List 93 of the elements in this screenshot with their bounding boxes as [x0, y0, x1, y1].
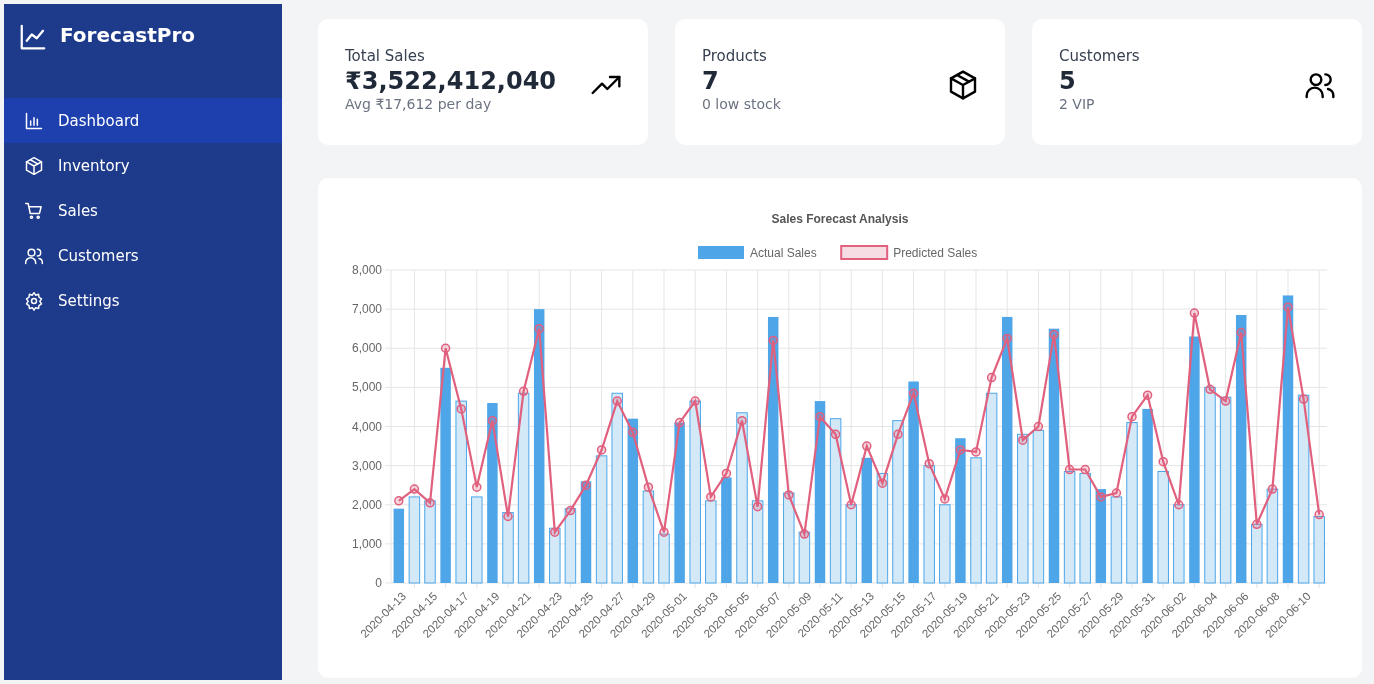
point [1236, 327, 1246, 338]
point [674, 417, 685, 428]
point [1205, 384, 1215, 395]
point [1096, 492, 1106, 502]
point [659, 527, 669, 537]
point [487, 415, 498, 426]
point [1142, 390, 1153, 400]
point [472, 482, 482, 492]
point [846, 500, 856, 510]
axis-label: 2,000 [351, 497, 382, 512]
point [862, 441, 872, 451]
point [503, 511, 513, 522]
point [971, 447, 981, 457]
axis-label: 1,000 [351, 536, 382, 551]
point [534, 323, 544, 334]
point [581, 480, 591, 490]
point [1111, 488, 1122, 498]
point [550, 527, 560, 537]
point [893, 429, 903, 440]
chart-title: Sales Forecast Analysis [771, 212, 909, 226]
point [394, 496, 404, 506]
settings-icon [24, 290, 44, 311]
point [1298, 394, 1309, 404]
bar-chart-icon [24, 110, 44, 131]
point [815, 411, 825, 422]
point [877, 478, 888, 488]
point [1252, 519, 1262, 530]
point [456, 404, 466, 414]
line-chart-icon [18, 22, 48, 52]
axis-label: 8,000 [351, 263, 382, 277]
stat-value: 7 [702, 67, 720, 95]
point [737, 415, 747, 426]
stat-value: 5 [1059, 67, 1077, 95]
point [1314, 509, 1324, 520]
point [1189, 308, 1200, 318]
nav-item[interactable]: Inventory [4, 143, 282, 188]
point [721, 468, 732, 479]
box-icon [947, 69, 979, 101]
stat-note: 2 VIP [1059, 96, 1096, 112]
point [1049, 329, 1059, 340]
point [924, 458, 934, 469]
nav-item[interactable]: Sales [4, 188, 282, 233]
cart-icon [24, 200, 44, 221]
axis-label: 4,000 [351, 419, 382, 434]
point [565, 505, 576, 516]
point [1080, 464, 1090, 475]
nav-item[interactable]: Settings [4, 278, 282, 323]
point [1174, 500, 1184, 510]
point [706, 492, 716, 502]
point [1158, 456, 1168, 467]
point [752, 501, 763, 512]
point [1033, 421, 1044, 432]
stat-label: Total Sales [345, 47, 426, 65]
nav-item[interactable]: Customers [4, 233, 282, 278]
point [1127, 411, 1137, 422]
point [1002, 333, 1012, 344]
axis-label: 7,000 [351, 302, 382, 317]
point [799, 529, 810, 539]
point [768, 335, 778, 346]
axis-label: 6,000 [351, 341, 382, 356]
nav-item[interactable]: Dashboard [4, 98, 282, 143]
point [908, 388, 919, 398]
point [612, 396, 622, 406]
point [1064, 464, 1075, 475]
legend-label[interactable]: Predicted Sales [893, 246, 978, 260]
legend-label[interactable]: Actual Sales [750, 246, 817, 260]
point [784, 490, 794, 500]
axis-label: 0 [375, 576, 382, 590]
point [986, 372, 997, 383]
point [1018, 435, 1028, 445]
stat-note: Avg ₹17,612 per day [345, 96, 493, 112]
point [940, 494, 950, 504]
point [409, 484, 420, 494]
stat-value: ₹3,522,412,040 [345, 67, 557, 95]
axis-label: 5,000 [351, 380, 382, 395]
point [830, 429, 841, 440]
point [1220, 396, 1231, 406]
point [440, 343, 451, 353]
point [596, 445, 607, 455]
point [518, 386, 529, 397]
point [628, 427, 638, 438]
stat-note: 0 low stock [702, 96, 781, 112]
brand-name: ForecastPro [60, 22, 196, 48]
point [690, 396, 700, 406]
point [1283, 302, 1293, 312]
stat-label: Customers [1059, 47, 1140, 65]
stat-label: Products [702, 47, 768, 65]
point [425, 498, 435, 508]
point [1267, 484, 1278, 494]
box-icon [24, 155, 44, 176]
axis-label: 3,000 [351, 458, 382, 473]
point [955, 445, 966, 455]
point [643, 482, 654, 492]
